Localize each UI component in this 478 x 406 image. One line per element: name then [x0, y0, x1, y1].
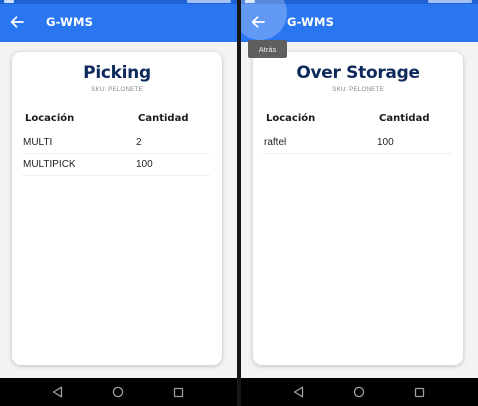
status-bar [0, 0, 237, 4]
app-bar: G-WMS [0, 0, 237, 42]
status-icons-right [428, 0, 472, 3]
row-quantity: 2 [136, 137, 142, 148]
arrow-left-icon [251, 16, 265, 28]
nav-back-button[interactable] [291, 385, 305, 399]
card-title: Picking [83, 63, 151, 83]
table-row[interactable]: raftel 100 [263, 132, 451, 154]
nav-home-button[interactable] [111, 385, 125, 399]
row-quantity: 100 [377, 137, 394, 148]
back-button[interactable] [5, 12, 29, 32]
nav-recents-button[interactable] [171, 385, 185, 399]
nav-back-button[interactable] [50, 385, 64, 399]
nav-recents-button[interactable] [412, 385, 426, 399]
arrow-left-icon [10, 16, 24, 28]
card-title: Over Storage [296, 63, 420, 83]
status-icons-right [187, 0, 231, 3]
table-row[interactable]: MULTIPICK 100 [22, 154, 210, 176]
back-button[interactable] [246, 12, 270, 32]
column-header-quantity: Cantidad [138, 113, 189, 124]
left-screen: G-WMS Picking SKU: PELONETE Locación Can… [0, 0, 237, 406]
square-recents-icon [173, 387, 183, 397]
circle-home-icon [112, 386, 124, 398]
triangle-back-icon [293, 386, 303, 398]
row-quantity: 100 [136, 159, 153, 170]
column-header-location: Locación [266, 113, 316, 124]
square-recents-icon [414, 387, 424, 397]
right-screen: G-WMS Over Storage SKU: PELONETE Locació… [241, 0, 478, 406]
sku-label: SKU: PELONETE [332, 86, 384, 93]
column-header-location: Locación [25, 113, 75, 124]
app-title: G-WMS [287, 15, 335, 29]
over-storage-card: Over Storage SKU: PELONETE Locación Cant… [253, 52, 463, 365]
picking-card: Picking SKU: PELONETE Locación Cantidad … [12, 52, 222, 365]
circle-home-icon [353, 386, 365, 398]
row-location: MULTIPICK [23, 159, 76, 170]
triangle-back-icon [52, 386, 62, 398]
system-nav-bar [241, 378, 478, 406]
table-row[interactable]: MULTI 2 [22, 132, 210, 154]
row-location: MULTI [23, 137, 53, 148]
status-icons-left [4, 0, 14, 3]
nav-home-button[interactable] [352, 385, 366, 399]
column-header-quantity: Cantidad [379, 113, 430, 124]
system-nav-bar [0, 378, 237, 406]
app-bar: G-WMS [241, 0, 478, 42]
back-tooltip: Atrás [248, 40, 287, 58]
sku-label: SKU: PELONETE [91, 86, 143, 93]
app-title: G-WMS [46, 15, 94, 29]
row-location: raftel [264, 137, 287, 148]
